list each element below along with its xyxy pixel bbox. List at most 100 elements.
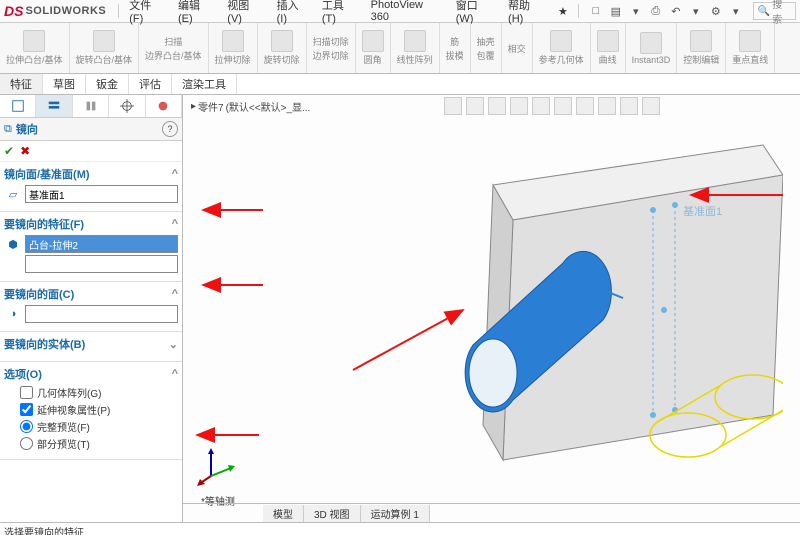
- property-manager: ⧉ 镜向 ? ✔ ✖ 镜向面/基准面(M) ^ ▱ 要镜向的特征(F) ^ ⬢ 要镜…: [0, 95, 183, 522]
- tab-sketch[interactable]: 草图: [43, 74, 86, 94]
- section-options: 选项(O)^ 几何体阵列(G) 延伸视象属性(P) 完整预览(F) 部分预览(T…: [0, 362, 182, 460]
- ribbon-sweep-group[interactable]: 扫描边界凸台/基体: [139, 23, 209, 73]
- model-scene: 基准面1: [213, 135, 783, 495]
- manager-tabs: [0, 95, 182, 118]
- checkbox-geom-pattern[interactable]: 几何体阵列(G): [20, 385, 178, 400]
- collapse-icon[interactable]: ^: [172, 288, 178, 300]
- section-features: 要镜向的特征(F) ^ ⬢: [0, 212, 182, 282]
- section-icon[interactable]: [510, 97, 528, 115]
- collapse-icon[interactable]: ^: [172, 368, 178, 380]
- tab-feature-manager-icon[interactable]: [0, 95, 36, 117]
- mirror-feature-input-empty[interactable]: [25, 255, 178, 273]
- tab-3dview[interactable]: 3D 视图: [304, 505, 361, 522]
- ok-icon[interactable]: ✔: [4, 144, 14, 158]
- zoom-area-icon[interactable]: [466, 97, 484, 115]
- expand-icon[interactable]: ⌄: [169, 338, 178, 351]
- ribbon-fillet[interactable]: 圆角: [356, 23, 391, 73]
- plane-label: 基准面1: [683, 205, 722, 218]
- ribbon-curves[interactable]: 曲线: [591, 23, 626, 73]
- section-label: 要镜向的实体(B): [4, 336, 85, 352]
- new-icon[interactable]: □: [589, 4, 603, 18]
- scene-icon[interactable]: [620, 97, 638, 115]
- open-icon[interactable]: ▤: [609, 4, 623, 18]
- save-icon[interactable]: ▾: [629, 4, 643, 18]
- ribbon: 拉伸凸台/基体 旋转凸台/基体 扫描边界凸台/基体 拉伸切除 旋转切除 扫描切除…: [0, 23, 800, 74]
- breadcrumb[interactable]: ▸ 零件7 (默认<<默认>_显...: [191, 99, 310, 114]
- tab-motion[interactable]: 运动算例 1: [361, 505, 430, 522]
- ribbon-extrude[interactable]: 拉伸凸台/基体: [0, 23, 70, 73]
- collapse-icon[interactable]: ^: [172, 168, 178, 180]
- tab-evaluate[interactable]: 评估: [129, 74, 172, 94]
- panel-title: 镜向: [16, 121, 162, 137]
- config-name: (默认<<默认>_显...: [226, 99, 311, 114]
- face-icon: ◑: [4, 305, 22, 323]
- tab-config-manager-icon[interactable]: [73, 95, 109, 117]
- mirror-icon: ⧉: [4, 123, 12, 136]
- mirror-plane-input[interactable]: [25, 185, 178, 203]
- help-icon[interactable]: ?: [162, 121, 178, 137]
- display-style-icon[interactable]: [554, 97, 572, 115]
- view-settings-icon[interactable]: [642, 97, 660, 115]
- tab-model[interactable]: 模型: [263, 505, 304, 522]
- section-label: 镜向面/基准面(M): [4, 166, 90, 182]
- search-icon: 🔍: [758, 6, 770, 17]
- ribbon-rib[interactable]: 筋拔模: [440, 23, 471, 73]
- view-orient-icon[interactable]: [532, 97, 550, 115]
- redo-icon[interactable]: ▾: [689, 4, 703, 18]
- menu-photoview[interactable]: PhotoView 360: [365, 0, 448, 25]
- feature-icon: ⬢: [4, 235, 22, 253]
- section-mirror-plane: 镜向面/基准面(M) ^ ▱: [0, 162, 182, 212]
- search-input[interactable]: 🔍 搜索: [753, 2, 796, 20]
- view-triad: [197, 446, 237, 486]
- collapse-icon[interactable]: ^: [172, 218, 178, 230]
- doc-name: 零件7: [198, 99, 224, 114]
- prev-view-icon[interactable]: [488, 97, 506, 115]
- ribbon-cut-revolve[interactable]: 旋转切除: [258, 23, 307, 73]
- plane-icon: ▱: [4, 185, 22, 203]
- hide-show-icon[interactable]: [576, 97, 594, 115]
- mirror-feature-input[interactable]: [25, 235, 178, 253]
- checkbox-extend-visual[interactable]: 延伸视象属性(P): [20, 402, 178, 417]
- status-bar: 选择要镜向的特征: [0, 522, 800, 535]
- ribbon-cut-extrude[interactable]: 拉伸切除: [209, 23, 258, 73]
- ribbon-cut-sweep[interactable]: 扫描切除边界切除: [307, 23, 356, 73]
- ribbon-pattern[interactable]: 线性阵列: [391, 23, 440, 73]
- ribbon-key-line[interactable]: 重点直线: [726, 23, 775, 73]
- zoom-icon[interactable]: [444, 97, 462, 115]
- cancel-icon[interactable]: ✖: [20, 144, 30, 158]
- ribbon-instant3d[interactable]: Instant3D: [626, 23, 678, 73]
- ribbon-intersect[interactable]: 相交: [502, 23, 533, 73]
- ribbon-ref-geom[interactable]: 参考几何体: [533, 23, 591, 73]
- graphics-viewport[interactable]: ▸ 零件7 (默认<<默认>_显...: [183, 95, 800, 522]
- section-label: 要镜向的特征(F): [4, 216, 84, 232]
- tab-sheetmetal[interactable]: 钣金: [86, 74, 129, 94]
- ribbon-revolve[interactable]: 旋转凸台/基体: [70, 23, 140, 73]
- tab-render-manager-icon[interactable]: [146, 95, 182, 117]
- app-logo: DS SOLIDWORKS: [4, 3, 106, 19]
- view-tabs: 模型 3D 视图 运动算例 1: [183, 503, 800, 522]
- radio-partial-preview[interactable]: 部分预览(T): [20, 436, 178, 451]
- tab-dimxpert-icon[interactable]: [109, 95, 145, 117]
- radio-full-preview[interactable]: 完整预览(F): [20, 419, 178, 434]
- tab-feature[interactable]: 特征: [0, 74, 43, 94]
- mirror-face-input[interactable]: [25, 305, 178, 323]
- rebuild-icon[interactable]: ▾: [729, 4, 743, 18]
- logo-icon: DS: [4, 3, 23, 19]
- logo-text: SOLIDWORKS: [25, 5, 106, 17]
- undo-icon[interactable]: ↶: [669, 4, 683, 18]
- section-label: 要镜向的面(C): [4, 286, 74, 302]
- appearance-icon[interactable]: [598, 97, 616, 115]
- ribbon-shell[interactable]: 抽壳包覆: [471, 23, 502, 73]
- menubar: DS SOLIDWORKS 文件(F) 编辑(E) 视图(V) 插入(I) 工具…: [0, 0, 800, 23]
- confirm-bar: ✔ ✖: [0, 141, 182, 162]
- menu-star-icon[interactable]: ★: [552, 3, 574, 20]
- settings-icon[interactable]: ⚙: [709, 4, 723, 18]
- ribbon-ctrl-edit[interactable]: 控制编辑: [677, 23, 726, 73]
- tab-property-manager-icon[interactable]: [36, 95, 72, 117]
- section-faces: 要镜向的面(C) ^ ◑: [0, 282, 182, 332]
- tab-render[interactable]: 渲染工具: [172, 74, 237, 94]
- section-bodies: 要镜向的实体(B) ⌄: [0, 332, 182, 362]
- quick-access-toolbar: □ ▤ ▾ ⎙ ↶ ▾ ⚙ ▾: [589, 4, 743, 18]
- print-icon[interactable]: ⎙: [649, 4, 663, 18]
- status-text: 选择要镜向的特征: [4, 528, 84, 535]
